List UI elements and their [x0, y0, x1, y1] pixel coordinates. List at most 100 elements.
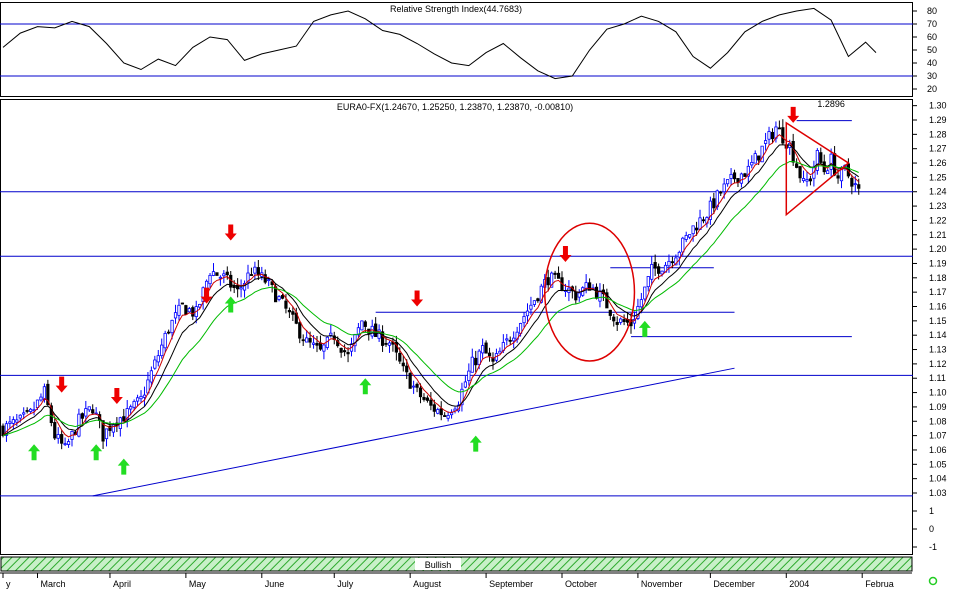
candle-body: [53, 422, 57, 439]
candle-body: [249, 274, 254, 276]
candle-body: [612, 316, 616, 322]
price-tick-label: 1.10: [929, 388, 947, 398]
candle-body: [594, 286, 599, 299]
candle-body: [87, 406, 91, 411]
candle-body: [305, 337, 309, 343]
candle-body: [318, 342, 323, 350]
candle-body: [449, 412, 454, 416]
rsi-tick-label: 80: [927, 6, 937, 16]
candle-body: [63, 443, 67, 446]
candle-body: [505, 338, 509, 341]
candle-body: [291, 311, 295, 315]
candle-body: [163, 332, 167, 349]
candle-body: [180, 302, 185, 305]
candle-body: [639, 299, 643, 308]
candle-body: [298, 322, 302, 339]
rsi-tick-label: 50: [927, 45, 937, 55]
candle-body: [657, 266, 661, 274]
candle-body: [770, 131, 775, 140]
time-tick-label: September: [489, 579, 533, 589]
candle-body: [484, 342, 488, 354]
candle-body: [446, 415, 450, 419]
candle-body: [691, 225, 695, 235]
candle-body: [474, 357, 478, 366]
candle-body: [677, 251, 681, 258]
candle-body: [111, 424, 116, 433]
candle-body: [222, 273, 226, 277]
candle-body: [418, 387, 423, 398]
candle-body: [422, 397, 426, 400]
candle-body: [11, 419, 15, 424]
rsi-panel: Relative Strength Index(44.7683) 20 30 40 5…: [0, 2, 937, 97]
price-tick-label: 1.13: [929, 345, 947, 355]
price-tick-label: 1.27: [929, 144, 947, 154]
price-tick-label: 1.03: [929, 488, 947, 498]
price-tick-label: 1.09: [929, 402, 947, 412]
price-title: EURA0-FX(1.24670, 1.25250, 1.23870, 1.23…: [337, 102, 573, 112]
candle-body: [512, 337, 516, 342]
candle-body: [619, 318, 623, 323]
price-tick-label: 1.16: [929, 302, 947, 312]
candle-body: [374, 323, 378, 337]
sell-arrow-icon: [110, 388, 123, 405]
candle-body: [536, 298, 540, 302]
horizontal-lines: [0, 120, 913, 497]
candle-body: [22, 412, 26, 415]
candle-body: [84, 408, 88, 417]
candle-body: [653, 262, 657, 269]
candle-body: [104, 428, 109, 440]
candle-body: [191, 307, 195, 317]
candle-body: [56, 434, 60, 439]
price-tick-label: 1.20: [929, 244, 947, 254]
candle-body: [387, 342, 392, 346]
candle-body: [29, 408, 33, 412]
candle-body: [153, 359, 157, 369]
time-tick-label: y: [6, 579, 11, 589]
bullish-label: Bullish: [425, 560, 452, 570]
candle-body: [857, 184, 861, 189]
candle-body: [498, 350, 502, 354]
rsi-tick-label: 60: [927, 32, 937, 42]
candle-body: [850, 177, 854, 187]
candle-body: [643, 286, 647, 300]
sell-arrow-icon: [224, 224, 237, 241]
candle-body: [187, 308, 191, 313]
price-tick-label: 1.06: [929, 445, 947, 455]
candle-body: [363, 321, 367, 327]
candle-body: [853, 183, 857, 186]
candle-body: [808, 178, 813, 182]
candle-body: [650, 264, 654, 280]
price-tick-label: 1.21: [929, 230, 947, 240]
candle-body: [139, 395, 143, 400]
candle-body: [767, 131, 771, 140]
candle-body: [384, 343, 388, 345]
candle-body: [574, 291, 578, 301]
candle-body: [615, 321, 619, 325]
candle-body: [432, 404, 436, 412]
candle-body: [732, 172, 737, 180]
time-axis: y March April May June July August September Oct…: [0, 572, 912, 589]
candle-body: [215, 272, 219, 276]
candle-body: [122, 416, 126, 422]
candle-body: [346, 352, 350, 355]
candle-body: [688, 234, 692, 238]
rsi-line: [2, 7, 877, 80]
buy-arrow-icon: [28, 444, 41, 461]
candle-body: [311, 342, 316, 345]
time-tick-label: December: [713, 579, 755, 589]
price-tick-label: 1.30: [929, 101, 947, 111]
candle-body: [694, 227, 699, 231]
candle-body: [463, 381, 467, 388]
candle-body: [415, 383, 419, 388]
sell-arrow-icon: [559, 246, 572, 263]
candle-body: [287, 310, 291, 313]
candle-body: [173, 312, 178, 319]
time-tick-label: March: [41, 579, 66, 589]
candle-body: [819, 152, 823, 163]
candle-body: [829, 153, 833, 170]
candle-body: [301, 339, 305, 342]
price-tick-label: 1.12: [929, 359, 947, 369]
candle-body: [253, 266, 257, 274]
time-tick-label: August: [413, 579, 442, 589]
buy-arrow-icon: [638, 320, 651, 337]
